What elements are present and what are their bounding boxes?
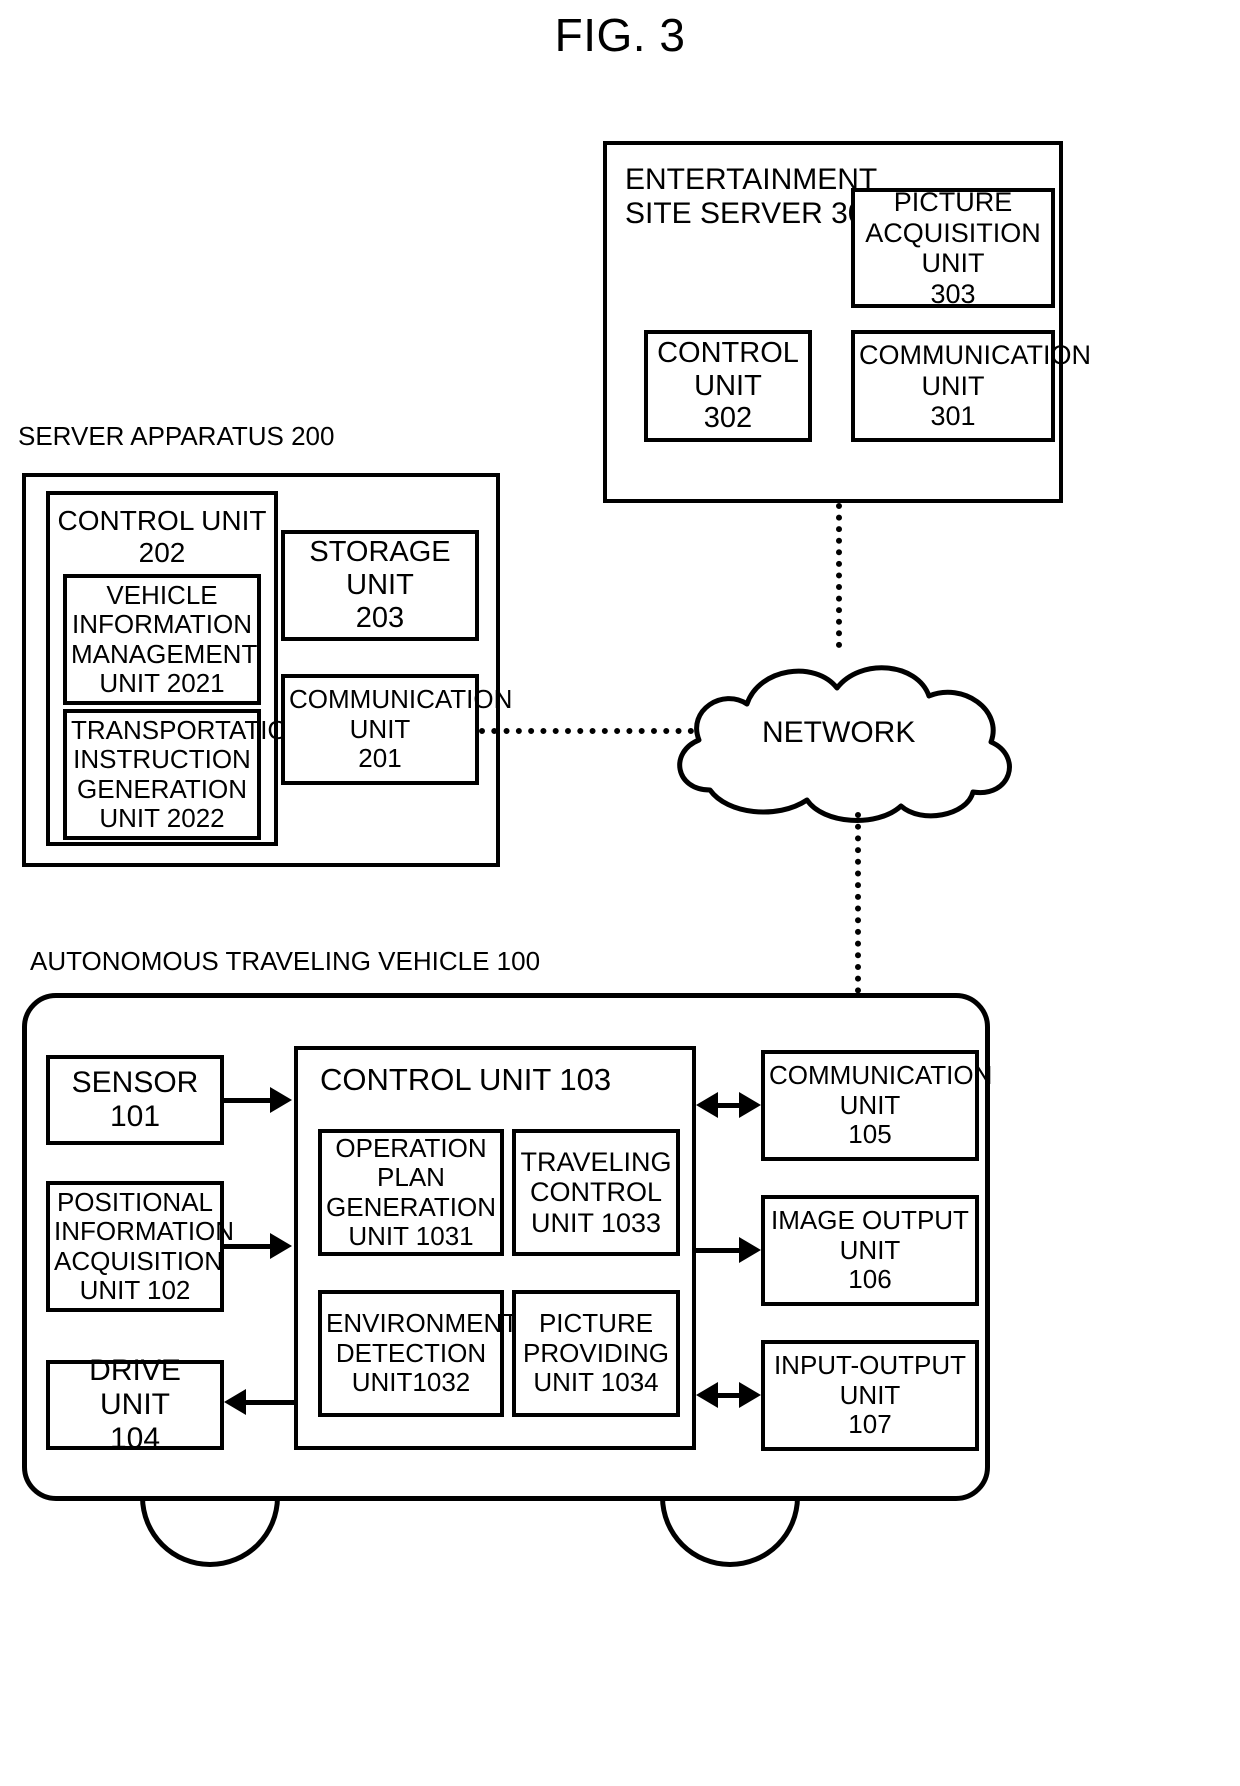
entertainment-communication-unit-line3: 301 bbox=[930, 401, 976, 432]
entertainment-communication-unit-line1: COMMUNICATION bbox=[859, 340, 1091, 371]
storage-unit-203-box: STORAGE UNIT 203 bbox=[281, 530, 479, 641]
traveling-control-line3: UNIT 1033 bbox=[530, 1207, 662, 1238]
vehicle-info-mgmt-line4: UNIT 2021 bbox=[99, 667, 225, 698]
image-output-line1: IMAGE OUTPUT bbox=[771, 1205, 969, 1236]
picture-acquisition-unit-303-box: PICTURE ACQUISITION UNIT 303 bbox=[851, 187, 1055, 309]
drive-unit-line1: DRIVE UNIT bbox=[89, 1354, 181, 1422]
server-communication-unit-line2: UNIT bbox=[349, 713, 411, 744]
image-output-line3: 106 bbox=[848, 1264, 892, 1295]
storage-unit-line3: 203 bbox=[355, 601, 405, 634]
vehicle-communication-line1: COMMUNICATION bbox=[769, 1060, 993, 1091]
traveling-control-line2: CONTROL bbox=[529, 1177, 662, 1208]
transportation-instruction-generation-unit-2022-box: TRANSPORTATION INSTRUCTION GENERATION UN… bbox=[63, 709, 307, 840]
connector-positional-to-control bbox=[224, 1244, 272, 1249]
picture-acquisition-unit-line1: PICTURE bbox=[893, 187, 1013, 217]
arrow-communication-to-control bbox=[696, 1092, 718, 1118]
operation-plan-generation-unit-1031-box: OPERATION PLAN GENERATION UNIT 1031 bbox=[318, 1129, 504, 1256]
input-output-line2: UNIT bbox=[839, 1379, 901, 1410]
image-output-unit-106-box: IMAGE OUTPUT UNIT 106 bbox=[761, 1195, 979, 1306]
transportation-instruction-line4: UNIT 2022 bbox=[99, 802, 225, 833]
traveling-control-line1: TRAVELING bbox=[520, 1146, 672, 1177]
environment-detection-line2: DETECTION bbox=[335, 1337, 487, 1368]
positional-info-line2: INFORMATION bbox=[54, 1216, 235, 1247]
server-communication-unit-line3: 201 bbox=[358, 743, 402, 774]
server-apparatus-label: SERVER APPARATUS 200 bbox=[18, 421, 335, 451]
storage-unit-line2: UNIT bbox=[346, 569, 414, 602]
server-communication-unit-line1: COMMUNICATION bbox=[289, 684, 513, 715]
picture-providing-line2: PROVIDING bbox=[523, 1337, 669, 1368]
network-label: NETWORK bbox=[762, 716, 916, 749]
vehicle-info-mgmt-line1: VEHICLE bbox=[106, 579, 218, 610]
server-control-unit-line2: 202 bbox=[138, 536, 186, 568]
arrow-input-output-to-control bbox=[696, 1382, 718, 1408]
drive-unit-104-box: DRIVE UNIT 104 bbox=[46, 1354, 224, 1455]
arrow-control-to-communication bbox=[739, 1092, 761, 1118]
arrow-control-to-image-output bbox=[739, 1237, 761, 1263]
entertainment-control-unit-line3: 302 bbox=[703, 402, 753, 435]
link-server300-to-network bbox=[836, 503, 842, 648]
vehicle-wheel-front bbox=[140, 1495, 280, 1567]
arrow-control-to-input-output bbox=[739, 1382, 761, 1408]
vehicle-info-mgmt-line3: MANAGEMENT bbox=[71, 638, 258, 669]
transportation-instruction-line3: GENERATION bbox=[77, 773, 247, 804]
picture-providing-line3: UNIT 1034 bbox=[533, 1367, 659, 1398]
arrow-control-to-drive bbox=[224, 1389, 246, 1415]
positional-info-line4: UNIT 102 bbox=[79, 1274, 191, 1305]
server-communication-unit-201-box: COMMUNICATION UNIT 201 bbox=[281, 674, 513, 785]
vehicle-wheel-rear bbox=[660, 1495, 800, 1567]
picture-providing-unit-1034-box: PICTURE PROVIDING UNIT 1034 bbox=[512, 1290, 680, 1417]
entertainment-communication-unit-line2: UNIT bbox=[921, 370, 985, 401]
transportation-instruction-line1: TRANSPORTATION bbox=[71, 714, 307, 745]
entertainment-communication-unit-301-box: COMMUNICATION UNIT 301 bbox=[851, 330, 1091, 442]
operation-plan-line1: OPERATION bbox=[335, 1132, 487, 1163]
sensor-101-box: SENSOR 101 bbox=[46, 1055, 224, 1145]
figure-canvas: FIG. 3 ENTERTAINMENT SITE SERVER 300 PIC… bbox=[0, 0, 1240, 1786]
operation-plan-line3: GENERATION bbox=[326, 1191, 496, 1222]
server-control-unit-line1: CONTROL UNIT bbox=[57, 505, 267, 536]
vehicle-communication-line3: 105 bbox=[848, 1119, 892, 1150]
image-output-line2: UNIT bbox=[839, 1234, 901, 1265]
sensor-line1: SENSOR bbox=[71, 1066, 199, 1100]
vehicle-info-mgmt-line2: INFORMATION bbox=[71, 609, 253, 640]
picture-acquisition-unit-line3: 303 bbox=[930, 278, 976, 309]
vehicle-information-management-unit-2021-box: VEHICLE INFORMATION MANAGEMENT UNIT 2021 bbox=[63, 574, 261, 705]
connector-control-to-drive bbox=[246, 1400, 296, 1405]
vehicle-label: AUTONOMOUS TRAVELING VEHICLE 100 bbox=[30, 946, 541, 976]
sensor-line2: 101 bbox=[109, 1100, 161, 1133]
figure-title: FIG. 3 bbox=[554, 9, 686, 61]
environment-detection-unit-1032-box: ENVIRONMENT DETECTION UNIT1032 bbox=[318, 1290, 519, 1417]
entertainment-control-unit-line1: CONTROL bbox=[657, 336, 799, 369]
input-output-unit-107-box: INPUT-OUTPUT UNIT 107 bbox=[761, 1340, 979, 1451]
arrow-sensor-to-control bbox=[270, 1087, 292, 1113]
drive-unit-line2: 104 bbox=[109, 1421, 161, 1455]
environment-detection-line1: ENVIRONMENT bbox=[326, 1308, 519, 1339]
arrow-positional-to-control bbox=[270, 1233, 292, 1259]
picture-providing-line1: PICTURE bbox=[538, 1308, 654, 1339]
positional-information-acquisition-unit-102-box: POSITIONAL INFORMATION ACQUISITION UNIT … bbox=[46, 1181, 235, 1312]
environment-detection-line3: UNIT1032 bbox=[351, 1367, 471, 1398]
input-output-line3: 107 bbox=[848, 1409, 892, 1440]
positional-info-line1: POSITIONAL bbox=[56, 1186, 214, 1217]
entertainment-control-unit-302-box: CONTROL UNIT 302 bbox=[644, 330, 812, 442]
transportation-instruction-line2: INSTRUCTION bbox=[73, 744, 251, 775]
operation-plan-line4: UNIT 1031 bbox=[348, 1220, 474, 1251]
traveling-control-unit-1033-box: TRAVELING CONTROL UNIT 1033 bbox=[512, 1129, 680, 1256]
picture-acquisition-unit-line2: ACQUISITION UNIT bbox=[865, 217, 1041, 279]
positional-info-line3: ACQUISITION bbox=[54, 1245, 224, 1276]
connector-sensor-to-control bbox=[224, 1098, 272, 1103]
storage-unit-line1: STORAGE bbox=[309, 536, 451, 569]
operation-plan-line2: PLAN bbox=[377, 1162, 445, 1193]
vehicle-communication-unit-105-box: COMMUNICATION UNIT 105 bbox=[761, 1050, 993, 1161]
vehicle-control-unit-title: CONTROL UNIT 103 bbox=[320, 1062, 612, 1097]
input-output-line1: INPUT-OUTPUT bbox=[773, 1350, 967, 1381]
entertainment-control-unit-line2: UNIT bbox=[694, 369, 762, 402]
vehicle-communication-line2: UNIT bbox=[839, 1089, 901, 1120]
